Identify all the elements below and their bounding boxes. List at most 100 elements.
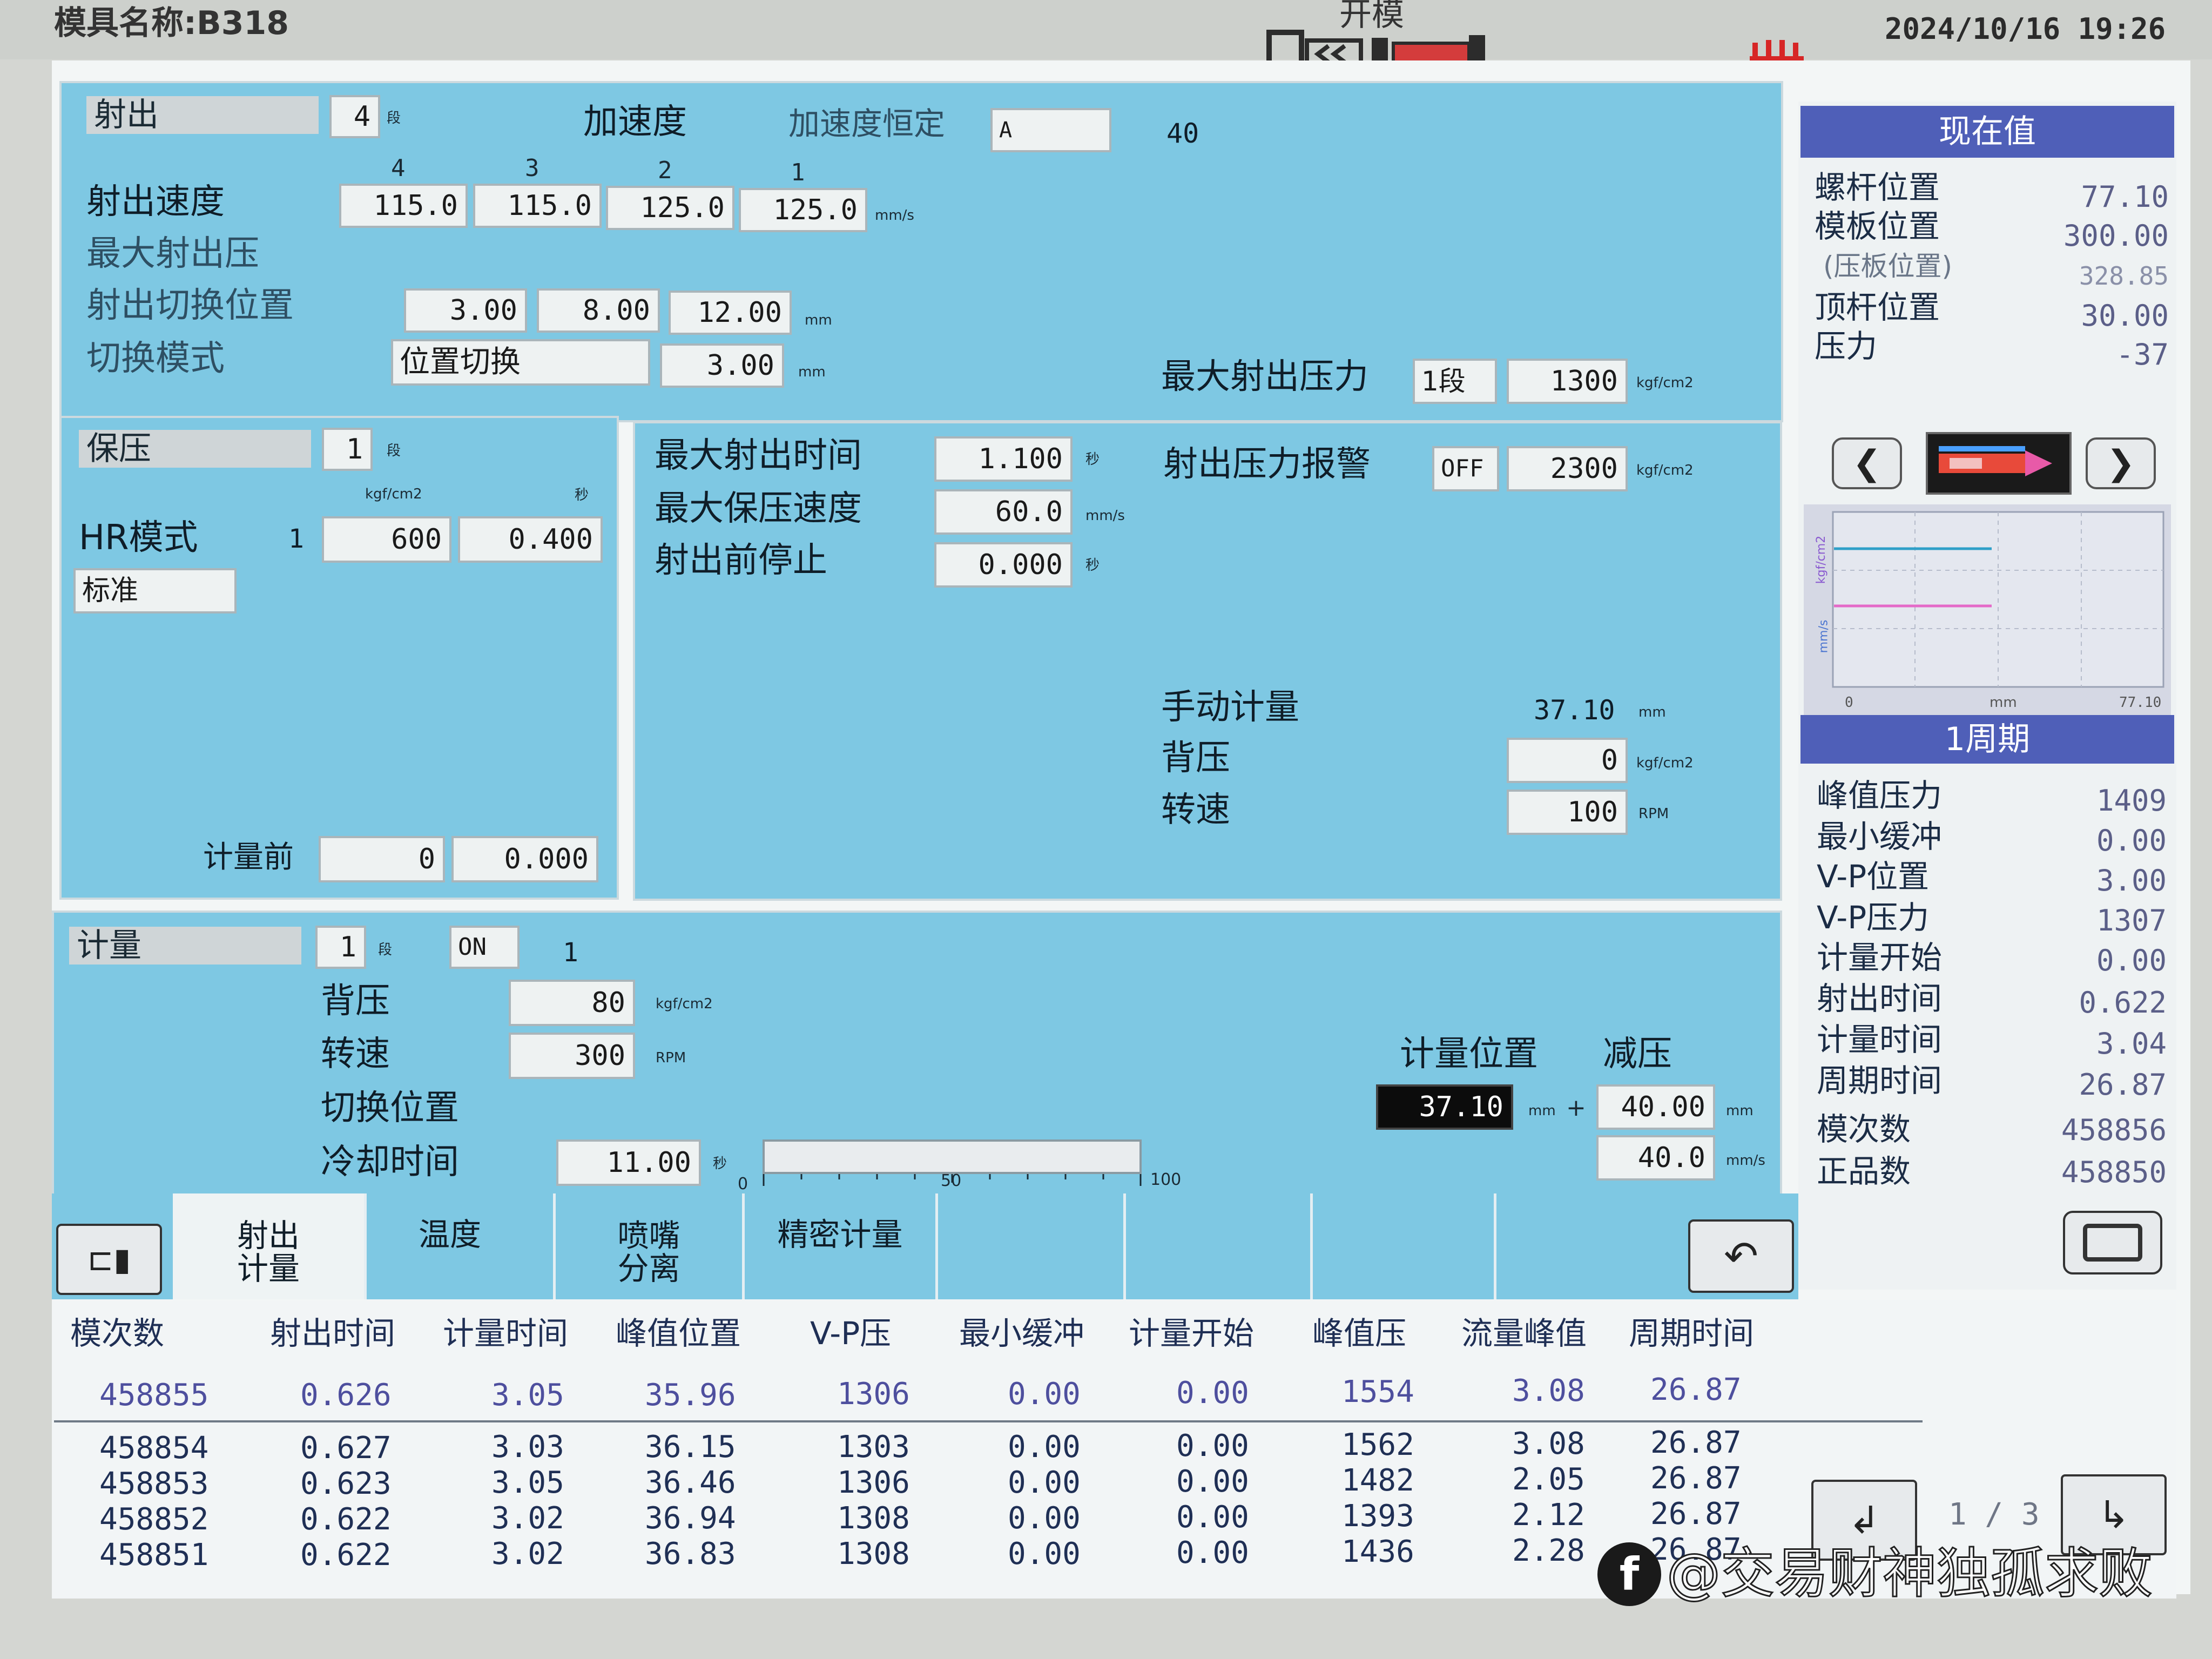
graph-y-bottom-label: mm/s [1817, 619, 1831, 653]
cycle-label-vp-pos: V-P位置 [1817, 858, 1930, 895]
switch-pos-field-3[interactable]: 12.00 [669, 291, 792, 335]
graph-x-unit: mm [1990, 694, 2017, 711]
switch-mode-field[interactable]: 位置切换 [391, 339, 650, 386]
tab-empty-2[interactable] [1123, 1193, 1310, 1299]
holding-time-field[interactable]: 0.400 [458, 516, 603, 563]
cell-peak-pos: 36.46 [645, 1465, 736, 1500]
holding-mode-field[interactable]: 标准 [73, 568, 237, 613]
holding-row-index: 1 [288, 524, 304, 554]
accel-value: 40 [1166, 118, 1199, 149]
cell-peak-pressure: 1482 [1341, 1463, 1414, 1498]
metering-on-index: 1 [563, 938, 578, 968]
cycle-value-good-count: 458850 [2061, 1155, 2167, 1189]
metering-stages-field[interactable]: 1 [315, 926, 366, 969]
switch-mode-pos-field[interactable]: 3.00 [660, 343, 784, 388]
alarm-value-field[interactable]: 2300 [1507, 446, 1628, 491]
metering-stage-unit: 段 [378, 942, 393, 958]
cell-cycle-time: 26.87 [1650, 1425, 1742, 1460]
mid-rpm-unit: RPM [1638, 806, 1669, 822]
screen-switch-button[interactable]: ⊏▮ [56, 1224, 162, 1295]
metering-on-field[interactable]: ON [449, 926, 520, 969]
pre-meter-time-field[interactable]: 0.000 [451, 836, 598, 882]
meter-pos-plus: + [1566, 1094, 1586, 1122]
pre-meter-pressure-field[interactable]: 0 [319, 836, 445, 882]
cell-peak-pressure: 1562 [1341, 1427, 1414, 1462]
tab-empty-1[interactable] [935, 1193, 1123, 1299]
switch-pos-field-2[interactable]: 8.00 [537, 288, 660, 333]
meter-rpm-field[interactable]: 300 [509, 1033, 635, 1079]
max-pressure-label: 最大射出压 [86, 234, 259, 274]
switch-pos-field-1[interactable]: 3.00 [404, 288, 527, 333]
cell-meter-start: 0.00 [1176, 1464, 1249, 1499]
prev-page-button[interactable]: ❮ [1832, 437, 1902, 489]
pre-meter-label: 计量前 [203, 840, 294, 875]
max-inj-pressure-stage-field[interactable]: 1段 [1413, 359, 1497, 404]
pressure-speed-graph: kgf/cm2 mm/s 0 mm 77.10 [1804, 504, 2171, 715]
decomp-pos-field[interactable]: 40.00 [1596, 1084, 1715, 1130]
speed-field-1[interactable]: 125.0 [739, 188, 867, 232]
pre-stop-field[interactable]: 0.000 [934, 542, 1073, 588]
page-indicator: 1 / 3 [1948, 1497, 2040, 1532]
cooling-time-field[interactable]: 11.00 [556, 1139, 701, 1186]
cell-meter-time: 3.05 [491, 1465, 564, 1500]
tab-empty-4[interactable] [1494, 1193, 1677, 1299]
cell-inj-time: 0.627 [300, 1431, 392, 1466]
monitor-button[interactable] [2063, 1211, 2162, 1274]
next-page-button[interactable]: ❯ [2086, 437, 2156, 489]
back-arrow-icon: ↶ [1724, 1232, 1758, 1280]
mid-rpm-field[interactable]: 100 [1507, 790, 1628, 835]
hr-mode-label: HR模式 [79, 518, 198, 558]
injection-stages-field[interactable]: 4 [329, 95, 380, 138]
speed-field-2[interactable]: 125.0 [606, 186, 734, 230]
tab-precision-metering[interactable]: 精密计量 [742, 1193, 935, 1299]
accel-label: 加速度 [583, 102, 687, 142]
speed-field-3[interactable]: 115.0 [473, 184, 602, 228]
accel-const-field[interactable]: A [990, 108, 1111, 152]
cell-vp-pressure: 1308 [837, 1536, 910, 1572]
table-row[interactable]: 458852 0.622 3.02 36.94 1308 0.00 0.00 1… [54, 1499, 1923, 1538]
decomp-speed-field[interactable]: 40.0 [1596, 1135, 1715, 1181]
tab-empty-3[interactable] [1310, 1193, 1494, 1299]
mid-back-pressure-field[interactable]: 0 [1507, 738, 1628, 783]
cycle-label-cycle-time: 周期时间 [1817, 1062, 1943, 1099]
cell-vp-pressure: 1306 [837, 1465, 910, 1500]
meter-back-pressure-field[interactable]: 80 [509, 980, 635, 1026]
manual-meter-value: 37.10 [1534, 694, 1615, 726]
max-inj-pressure-label: 最大射出压力 [1161, 357, 1368, 397]
stage-number-3: 3 [525, 154, 539, 182]
meter-back-pressure-label: 背压 [321, 981, 390, 1021]
injection-title: 射出 [86, 96, 319, 134]
switch-pos-label: 射出切换位置 [86, 286, 294, 326]
max-hold-speed-field[interactable]: 60.0 [934, 489, 1073, 535]
alarm-state-field[interactable]: OFF [1432, 446, 1499, 491]
max-inj-time-unit: 秒 [1085, 451, 1100, 468]
back-button[interactable]: ↶ [1688, 1219, 1794, 1293]
holding-pressure-field[interactable]: 600 [322, 516, 451, 563]
table-row-current[interactable]: 458855 0.626 3.05 35.96 1306 0.00 0.00 1… [54, 1375, 1923, 1413]
tab-nozzle-separation-label: 喷嘴 分离 [617, 1217, 680, 1287]
meter-pos-field[interactable]: 37.10 [1376, 1084, 1513, 1130]
tab-temperature[interactable]: 温度 [364, 1193, 553, 1299]
cell-inj-time: 0.626 [300, 1378, 392, 1413]
holding-stages-field[interactable]: 1 [322, 428, 373, 471]
col-header-peak-pressure: 峰值压 [1312, 1315, 1407, 1352]
table-row[interactable]: 458854 0.627 3.03 36.15 1303 0.00 0.00 1… [54, 1427, 1923, 1467]
meter-rpm-unit: RPM [656, 1050, 686, 1066]
cell-shot: 458853 [99, 1466, 209, 1501]
meter-pos-unit: mm [1528, 1103, 1556, 1119]
cell-meter-start: 0.00 [1176, 1500, 1249, 1535]
cell-min-cushion: 0.00 [1008, 1465, 1081, 1500]
tab-nozzle-separation[interactable]: 喷嘴 分离 [553, 1193, 742, 1299]
tab-injection-metering[interactable]: 射出 计量 [173, 1193, 364, 1299]
tab-injection-metering-label: 射出 计量 [237, 1217, 300, 1287]
cycle-value-vp-pos: 3.00 [2096, 864, 2167, 898]
cell-meter-start: 0.00 [1176, 1428, 1249, 1464]
max-inj-time-field[interactable]: 1.100 [934, 436, 1073, 482]
switch-mode-label: 切换模式 [86, 339, 225, 379]
max-inj-pressure-field[interactable]: 1300 [1507, 359, 1628, 404]
current-label-platen-pos: 模板位置 [1815, 208, 1940, 245]
table-row[interactable]: 458853 0.623 3.05 36.46 1306 0.00 0.00 1… [54, 1463, 1923, 1502]
speed-field-4[interactable]: 115.0 [339, 184, 468, 228]
holding-stage-unit: 段 [387, 443, 401, 459]
top-bar [0, 0, 2212, 59]
